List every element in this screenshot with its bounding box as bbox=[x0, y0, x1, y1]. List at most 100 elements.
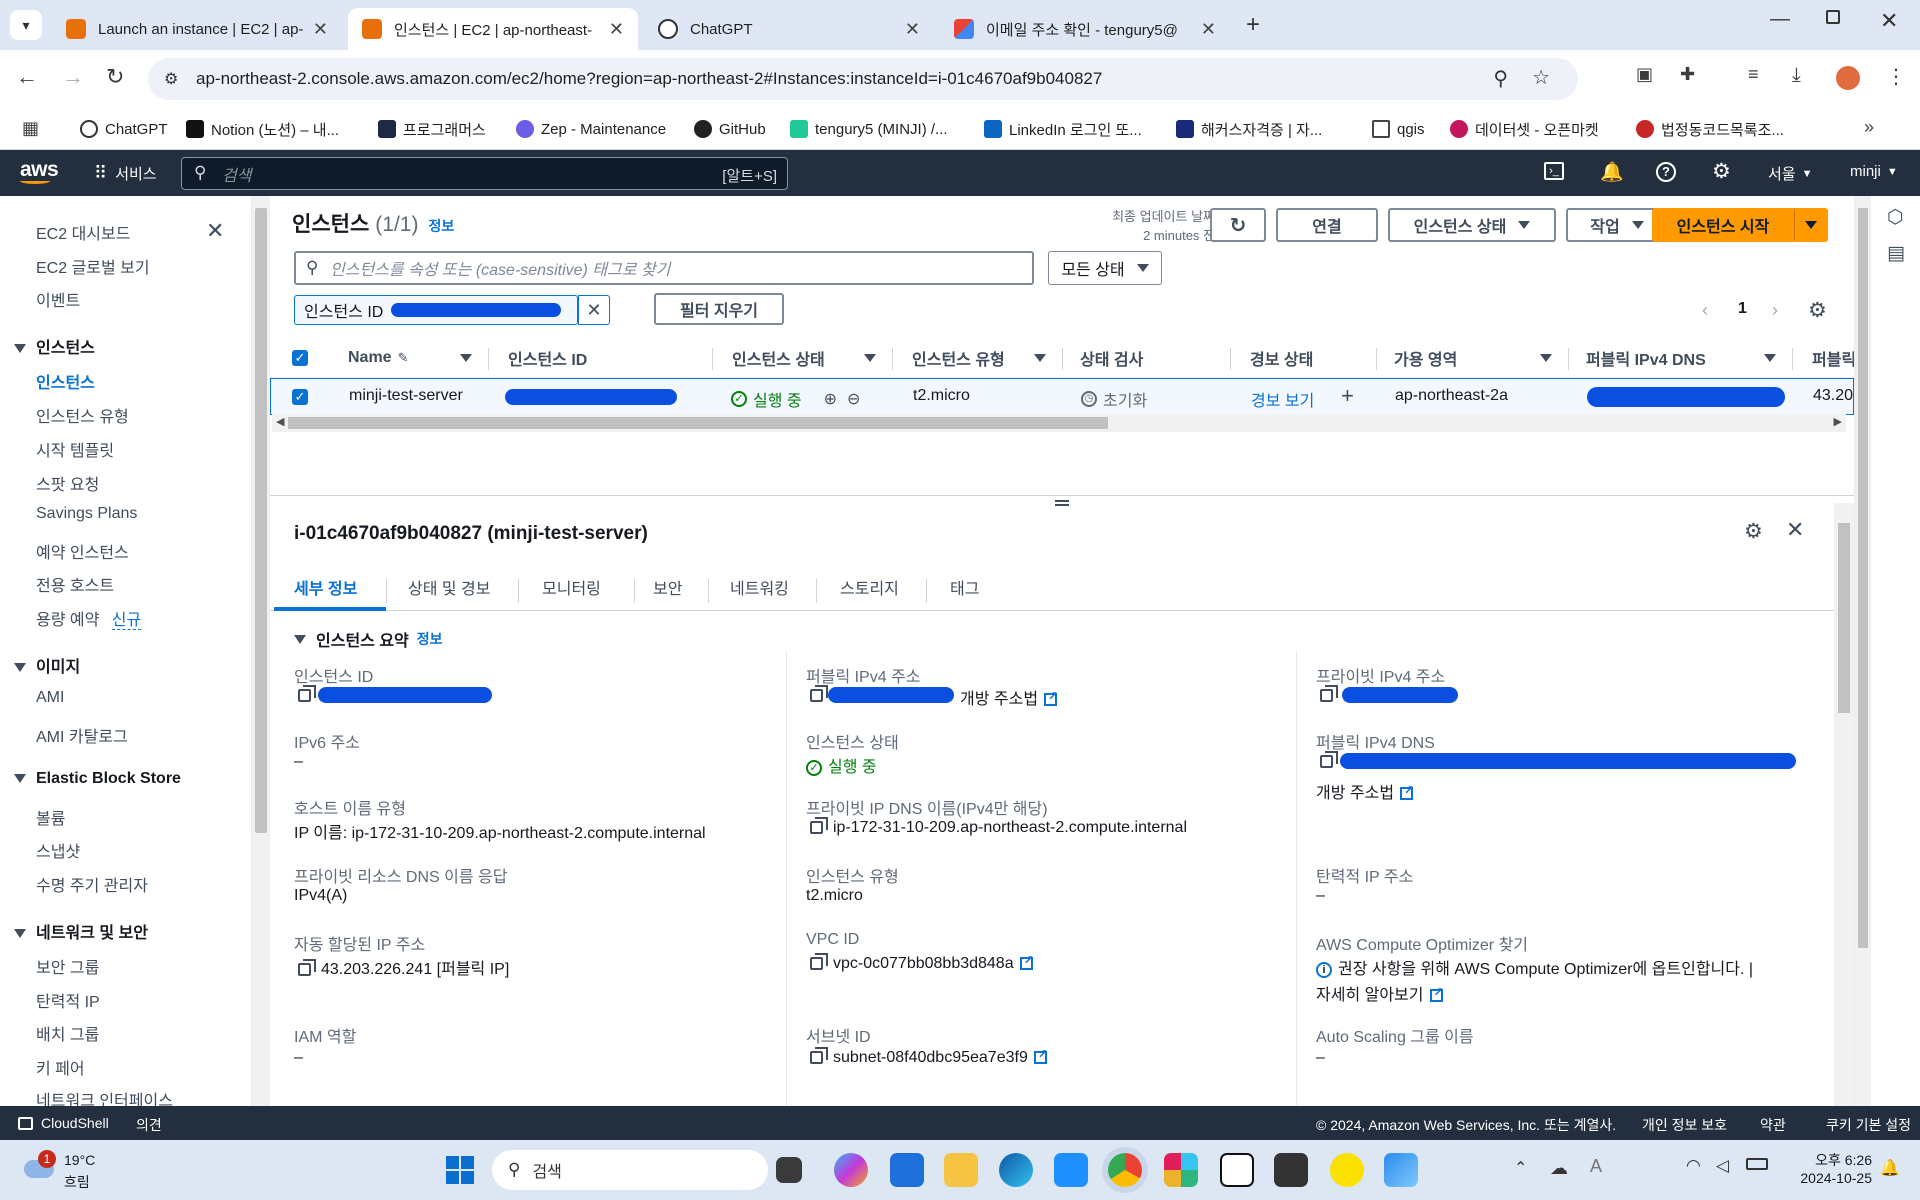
remove-filter-button[interactable]: ✕ bbox=[578, 295, 610, 325]
filter-token[interactable]: 인스턴스 ID bbox=[294, 295, 578, 325]
teams-icon[interactable] bbox=[890, 1153, 924, 1187]
redacted-instance-id[interactable] bbox=[505, 389, 677, 405]
sidebar-item-volumes[interactable]: 볼륨 bbox=[36, 805, 65, 829]
copy-icon[interactable] bbox=[810, 953, 828, 971]
tab-group-icon[interactable]: ▣ bbox=[1636, 64, 1653, 85]
open-address-link[interactable]: 개방 주소법 bbox=[960, 685, 1058, 709]
copy-icon[interactable] bbox=[810, 1047, 828, 1065]
bookmark-chatgpt[interactable]: ChatGPT bbox=[80, 116, 168, 142]
column-divider[interactable] bbox=[1376, 348, 1377, 370]
sidebar-section-network-security[interactable]: 네트워크 및 보안 bbox=[14, 919, 148, 943]
bookmark-legal-code[interactable]: 법정동코드목록조... bbox=[1636, 116, 1784, 142]
clock[interactable]: 오후 6:26 2024-10-25 bbox=[1784, 1150, 1872, 1186]
info-link[interactable]: 정보 bbox=[428, 216, 454, 236]
weather-widget[interactable]: 1 19°C 흐림 bbox=[18, 1148, 108, 1194]
close-sidebar-icon[interactable]: ✕ bbox=[206, 218, 224, 244]
next-page-icon[interactable]: › bbox=[1772, 300, 1778, 321]
ime-icon[interactable]: A bbox=[1590, 1156, 1602, 1177]
sort-icon[interactable] bbox=[460, 354, 472, 362]
table-horizontal-scrollbar[interactable]: ◀ ▶ bbox=[272, 414, 1846, 432]
chrome-icon[interactable] bbox=[1108, 1153, 1142, 1187]
sidebar-scroll-thumb[interactable] bbox=[255, 208, 267, 833]
browser-tab-gmail[interactable]: 이메일 주소 확인 - tengury5@ ✕ bbox=[940, 8, 1230, 50]
sidebar-item-network-interfaces[interactable]: 네트워크 인터페이스 bbox=[36, 1087, 173, 1106]
compute-optimizer-link[interactable]: i 권장 사항을 위해 AWS Compute Optimizer에 옵트인합니다… bbox=[1316, 955, 1753, 979]
instance-state-button[interactable]: 인스턴스 상태 bbox=[1388, 208, 1556, 242]
close-tab-icon[interactable]: ✕ bbox=[905, 19, 920, 40]
prev-page-icon[interactable]: ‹ bbox=[1702, 300, 1708, 321]
table-scroll-thumb[interactable] bbox=[288, 417, 1108, 429]
sidebar-item-ami[interactable]: AMI bbox=[36, 689, 64, 707]
browser-tab-launch-instance[interactable]: Launch an instance | EC2 | ap- ✕ bbox=[52, 8, 342, 50]
column-header-public-ip[interactable]: 퍼블릭 bbox=[1812, 338, 1854, 378]
sidebar-item-ec2-global-view[interactable]: EC2 글로벌 보기 bbox=[36, 254, 150, 278]
more-bookmarks-icon[interactable]: » bbox=[1864, 117, 1874, 138]
bookmark-qgis[interactable]: qgis bbox=[1372, 116, 1425, 142]
sidebar-item-snapshots[interactable]: 스냅샷 bbox=[36, 838, 80, 862]
clear-filters-button[interactable]: 필터 지우기 bbox=[654, 293, 784, 325]
wifi-icon[interactable]: ◠ bbox=[1686, 1156, 1701, 1176]
bookmark-github[interactable]: GitHub bbox=[694, 116, 766, 142]
tab-networking[interactable]: 네트워킹 bbox=[730, 565, 789, 609]
page-number[interactable]: 1 bbox=[1738, 300, 1747, 318]
sidebar-item-reserved-instances[interactable]: 예약 인스턴스 bbox=[36, 539, 129, 563]
column-divider[interactable] bbox=[1062, 348, 1063, 370]
zoom-out-icon[interactable]: ⊖ bbox=[847, 389, 860, 409]
region-selector[interactable]: 서울 ▼ bbox=[1768, 163, 1813, 184]
sidebar-item-savings-plans[interactable]: Savings Plans bbox=[36, 505, 137, 523]
zep-app-icon[interactable] bbox=[1274, 1153, 1308, 1187]
column-divider[interactable] bbox=[892, 348, 893, 370]
maximize-window-icon[interactable] bbox=[1826, 10, 1840, 24]
scroll-left-icon[interactable]: ◀ bbox=[276, 415, 284, 428]
task-view-icon[interactable] bbox=[776, 1157, 802, 1183]
column-header-instance-id[interactable]: 인스턴스 ID bbox=[508, 338, 587, 378]
tab-status-alarms[interactable]: 상태 및 경보 bbox=[408, 565, 491, 609]
sidebar-item-capacity-reservations[interactable]: 용량 예약 신규 bbox=[36, 606, 142, 630]
zoom-in-icon[interactable]: ⊕ bbox=[824, 389, 837, 409]
column-divider[interactable] bbox=[1230, 348, 1231, 370]
column-header-availability-zone[interactable]: 가용 영역 bbox=[1394, 338, 1457, 378]
open-address-link-2[interactable]: 개방 주소법 bbox=[1316, 779, 1414, 803]
browser-tab-instances[interactable]: 인스턴스 | EC2 | ap-northeast- ✕ bbox=[348, 8, 638, 50]
launch-instance-dropdown[interactable] bbox=[1794, 208, 1828, 242]
help-icon[interactable]: ? bbox=[1656, 162, 1676, 182]
apps-grid-icon[interactable]: ▦ bbox=[22, 118, 39, 139]
sidebar-item-events[interactable]: 이벤트 bbox=[36, 287, 80, 311]
store-icon[interactable] bbox=[1054, 1153, 1088, 1187]
column-divider[interactable] bbox=[488, 348, 489, 370]
sort-icon[interactable] bbox=[864, 354, 876, 362]
sidebar-item-instance-types[interactable]: 인스턴스 유형 bbox=[36, 403, 129, 427]
bookmark-zep[interactable]: Zep - Maintenance bbox=[516, 116, 666, 142]
media-control-icon[interactable]: ≡ bbox=[1748, 64, 1759, 85]
tool-panel-icon[interactable]: ⬡ bbox=[1887, 206, 1904, 229]
cloudshell-icon[interactable]: ›_ bbox=[1544, 162, 1564, 180]
sidebar-item-dedicated-hosts[interactable]: 전용 호스트 bbox=[36, 572, 114, 596]
bookmark-hackers[interactable]: 해커스자격증 | 자... bbox=[1176, 116, 1322, 142]
view-alarms-link[interactable]: 경보 보기 bbox=[1251, 387, 1314, 411]
console-search-input[interactable]: ⚲ 검색 [알트+S] bbox=[181, 157, 788, 190]
info-link[interactable]: 정보 bbox=[417, 629, 443, 649]
instance-summary-header[interactable]: 인스턴스 요약 정보 bbox=[294, 627, 443, 651]
column-header-instance-type[interactable]: 인스턴스 유형 bbox=[912, 338, 1005, 378]
sidebar-section-ebs[interactable]: Elastic Block Store bbox=[14, 770, 181, 788]
row-checkbox[interactable]: ✓ bbox=[292, 389, 308, 405]
right-rail-scroll-thumb[interactable] bbox=[1858, 208, 1868, 948]
sidebar-item-elastic-ip[interactable]: 탄력적 IP bbox=[36, 988, 100, 1012]
sidebar-item-launch-templates[interactable]: 시작 템플릿 bbox=[36, 437, 114, 461]
bookmark-dataset[interactable]: 데이터셋 - 오픈마켓 bbox=[1450, 116, 1599, 142]
tab-security[interactable]: 보안 bbox=[653, 565, 682, 609]
subnet-id-link[interactable]: subnet-08f40dbc95ea7e3f9 bbox=[810, 1047, 1048, 1067]
details-settings-icon[interactable]: ⚙ bbox=[1744, 519, 1763, 544]
bookmark-velog[interactable]: tengury5 (MINJI) /... bbox=[790, 116, 948, 142]
connect-button[interactable]: 연결 bbox=[1276, 208, 1378, 242]
taskbar-search[interactable]: ⚲ 검색 bbox=[492, 1150, 768, 1190]
tab-monitoring[interactable]: 모니터링 bbox=[542, 565, 601, 609]
new-tab-icon[interactable]: + bbox=[1246, 11, 1260, 39]
vpc-id-link[interactable]: vpc-0c077bb08bb3d848a bbox=[810, 953, 1034, 973]
cookie-settings-link[interactable]: 쿠키 기본 설정 bbox=[1826, 1115, 1911, 1135]
state-filter-select[interactable]: 모든 상태 bbox=[1048, 251, 1162, 285]
sidebar-item-ami-catalog[interactable]: AMI 카탈로그 bbox=[36, 723, 128, 747]
forward-icon[interactable]: → bbox=[62, 64, 84, 90]
feedback-icon[interactable]: ▤ bbox=[1887, 242, 1905, 265]
column-header-public-dns[interactable]: 퍼블릭 IPv4 DNS bbox=[1586, 338, 1706, 378]
